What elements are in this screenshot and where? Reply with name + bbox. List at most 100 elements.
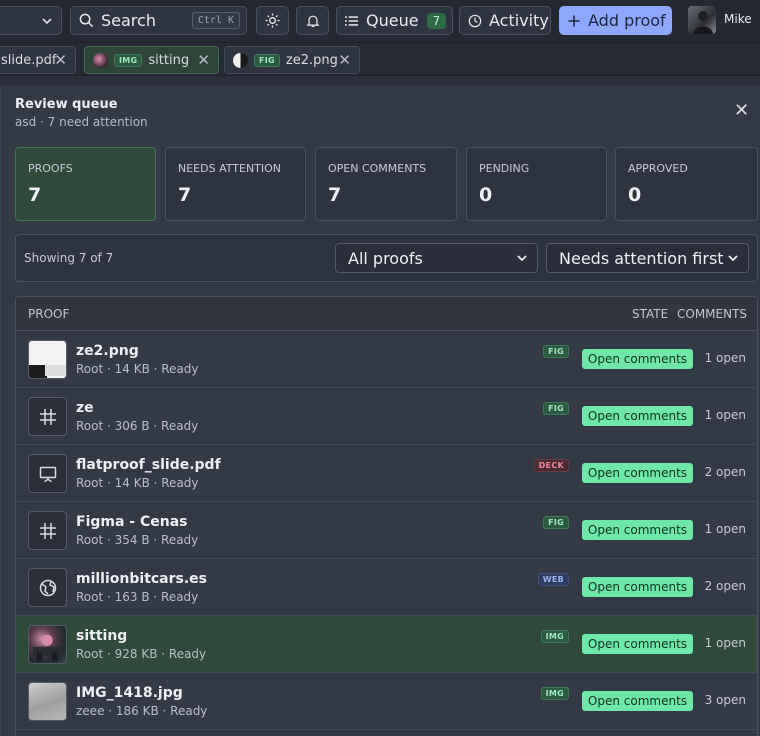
close-icon[interactable]: ✕ <box>197 51 210 69</box>
queue-button[interactable]: Queue 7 <box>336 6 453 35</box>
stat-value: 7 <box>328 184 342 206</box>
chevron-down-icon <box>728 255 738 262</box>
status-badge: Open comments <box>582 577 693 597</box>
stat-card-pending[interactable]: PENDING 0 <box>466 147 607 221</box>
filter-value: All proofs <box>348 248 423 268</box>
stat-card-proofs[interactable]: PROOFS 7 <box>15 147 156 221</box>
tab-ze2-png[interactable]: FIG ze2.png ✕ <box>224 46 360 74</box>
proof-name: flatproof_slide.pdf <box>76 457 221 473</box>
type-badge: FIG <box>543 402 569 415</box>
tab-thumb <box>233 52 248 68</box>
comment-count: 1 open <box>704 636 746 650</box>
status-badge: Open comments <box>582 349 693 369</box>
panel-subtitle: asd · 7 need attention <box>15 115 148 129</box>
table-row[interactable]: millionbitcars.es Root · 163 B · Ready W… <box>16 559 757 616</box>
activity-button[interactable]: Activity <box>459 6 551 35</box>
proofs-table: PROOF STATE COMMENTS ze2.png Root · 14 K… <box>15 296 758 736</box>
project-select[interactable] <box>0 6 62 35</box>
activity-label: Activity <box>489 11 549 30</box>
stat-card-needs-attention[interactable]: NEEDS ATTENTION 7 <box>165 147 306 221</box>
filter-bar: Showing 7 of 7 All proofs Needs attentio… <box>15 234 758 282</box>
proof-meta: Root · 14 KB · Ready <box>76 362 199 376</box>
stat-value: 7 <box>28 184 42 206</box>
chevron-down-icon <box>42 17 52 24</box>
add-proof-label: Add proof <box>588 11 666 30</box>
photo-thumbnail <box>28 625 67 664</box>
column-header-proof: PROOF <box>28 307 70 321</box>
close-panel-button[interactable]: ✕ <box>734 102 749 120</box>
proof-meta: zeee · 186 KB · Ready <box>76 704 208 718</box>
proof-filter-select[interactable]: All proofs <box>335 243 538 273</box>
stat-label: PROOFS <box>28 162 73 175</box>
table-header: PROOF STATE COMMENTS <box>16 297 757 331</box>
status-badge: Open comments <box>582 520 693 540</box>
table-row[interactable]: Figma - Cenas Root · 354 B · Ready FIG O… <box>16 502 757 559</box>
proof-name: ze2.png <box>76 343 139 359</box>
avatar[interactable] <box>688 6 716 34</box>
globe-icon <box>28 568 67 607</box>
notifications-button[interactable] <box>296 6 329 35</box>
photo-thumbnail <box>28 682 67 721</box>
user-name: Mike <box>724 12 752 26</box>
presentation-icon <box>28 454 67 493</box>
table-row[interactable]: flatproof_slide.pdf Root · 14 KB · Ready… <box>16 445 757 502</box>
search-shortcut: Ctrl K <box>191 12 240 29</box>
tab-sitting[interactable]: IMG sitting ✕ <box>84 46 219 74</box>
tab-label: ze2.png <box>285 52 338 68</box>
clock-icon <box>468 14 482 27</box>
comment-count: 1 open <box>704 351 746 365</box>
comment-count: 2 open <box>704 579 746 593</box>
stat-value: 0 <box>479 184 493 206</box>
proof-name: Figma - Cenas <box>76 514 188 530</box>
close-icon[interactable]: ✕ <box>54 51 67 69</box>
grid-hash-icon <box>28 397 67 436</box>
list-icon <box>345 15 358 26</box>
search-button[interactable]: Search Ctrl K <box>70 6 247 35</box>
type-badge: FIG <box>543 345 569 358</box>
theme-toggle-button[interactable] <box>256 6 289 35</box>
comment-count: 1 open <box>704 408 746 422</box>
tab-label: sitting <box>148 52 190 68</box>
stat-label: NEEDS ATTENTION <box>178 162 282 175</box>
stat-label: OPEN COMMENTS <box>328 162 427 175</box>
queue-count-badge: 7 <box>426 12 447 29</box>
type-badge: DECK <box>533 459 569 472</box>
close-icon[interactable]: ✕ <box>338 51 351 69</box>
proof-name: sitting <box>76 628 128 644</box>
stat-card-open-comments[interactable]: OPEN COMMENTS 7 <box>315 147 457 221</box>
plus-icon <box>568 15 580 26</box>
comment-count: 3 open <box>704 693 746 707</box>
type-badge: FIG <box>543 516 569 529</box>
proof-meta: Root · 306 B · Ready <box>76 419 199 433</box>
stat-label: APPROVED <box>628 162 688 175</box>
review-queue-panel: Review queue asd · 7 need attention ✕ PR… <box>0 85 760 736</box>
add-proof-button[interactable]: Add proof <box>559 6 672 35</box>
table-row[interactable]: ze Root · 306 B · Ready FIG Open comment… <box>16 388 757 445</box>
comment-count: 2 open <box>704 465 746 479</box>
comment-count: 1 open <box>704 522 746 536</box>
search-label: Search <box>101 11 156 30</box>
sort-select[interactable]: Needs attention first <box>546 243 749 273</box>
stat-label: PENDING <box>479 162 530 175</box>
proof-meta: Root · 14 KB · Ready <box>76 476 199 490</box>
bell-icon <box>305 15 320 27</box>
showing-count: Showing 7 of 7 <box>24 251 114 265</box>
column-header-state: STATE <box>632 307 669 321</box>
proof-meta: Root · 928 KB · Ready <box>76 647 207 661</box>
image-thumbnail <box>28 340 67 379</box>
top-toolbar: Search Ctrl K Queue 7 Activity Add proof… <box>0 0 760 42</box>
proof-name: IMG_1418.jpg <box>76 685 183 701</box>
type-badge: IMG <box>540 687 569 700</box>
tab-label: slide.pdf <box>1 52 57 68</box>
search-icon <box>79 13 94 28</box>
table-row[interactable]: sitting Root · 928 KB · Ready IMG Open c… <box>16 616 757 673</box>
panel-title: Review queue <box>15 97 118 112</box>
status-badge: Open comments <box>582 406 693 426</box>
tab-slide-pdf[interactable]: slide.pdf ✕ <box>0 46 76 74</box>
stat-value: 7 <box>178 184 192 206</box>
stat-value: 0 <box>628 184 642 206</box>
stat-card-approved[interactable]: APPROVED 0 <box>615 147 758 221</box>
status-badge: Open comments <box>582 691 693 711</box>
table-row[interactable]: ze2.png Root · 14 KB · Ready FIG Open co… <box>16 331 757 388</box>
table-row[interactable]: IMG_1418.jpg zeee · 186 KB · Ready IMG O… <box>16 673 757 730</box>
